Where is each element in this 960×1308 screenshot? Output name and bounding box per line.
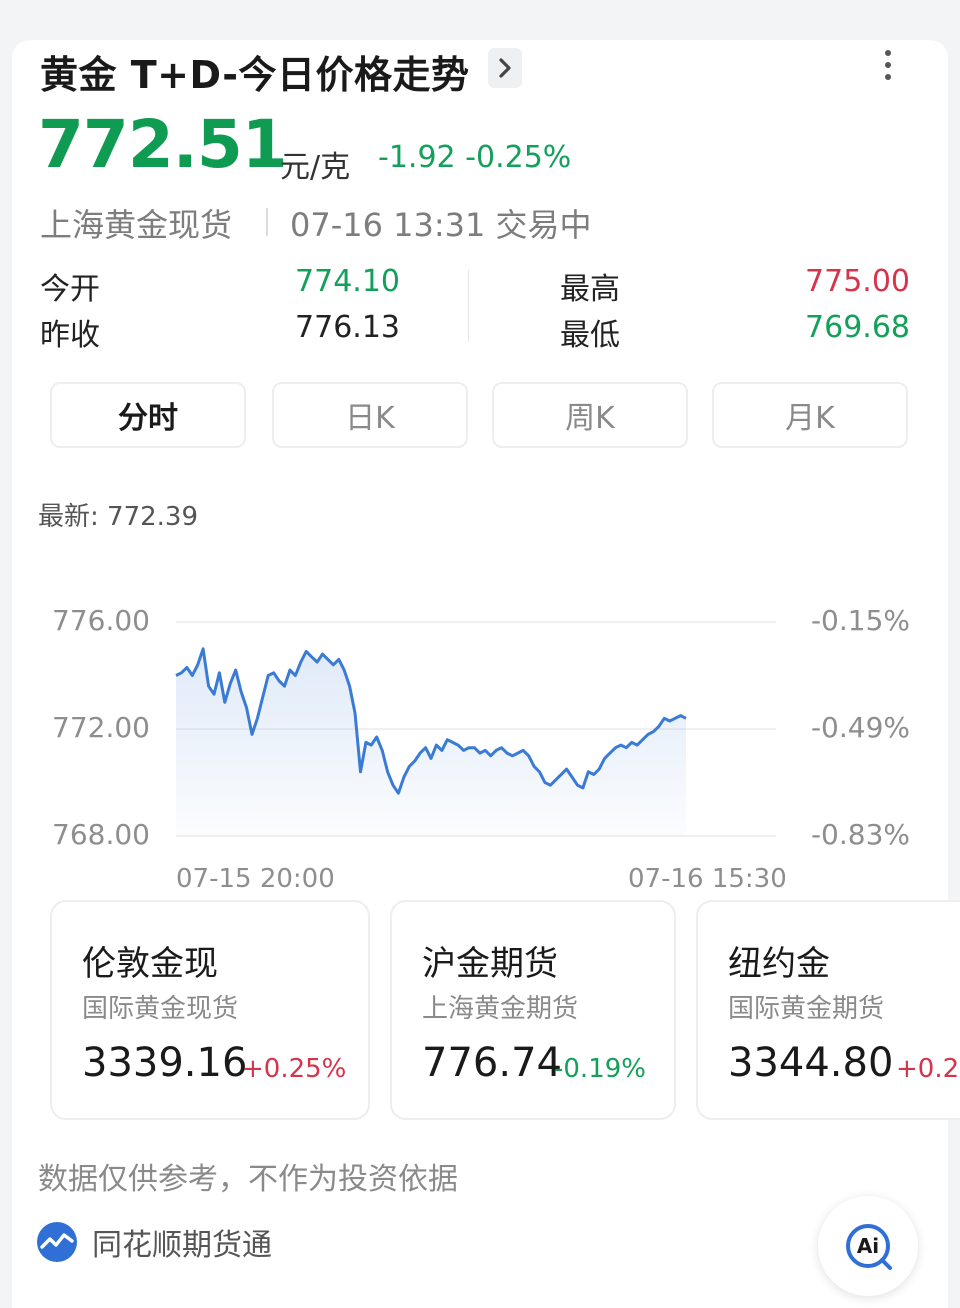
market-card-price: 3339.16 (82, 1040, 248, 1086)
ai-assistant-button[interactable]: Ai (818, 1196, 918, 1296)
brand-logo-icon (37, 1222, 77, 1262)
brand-name: 同花顺期货通 (92, 1228, 272, 1263)
market-card-sub: 国际黄金现货 (82, 994, 239, 1024)
market-card-comex-gold[interactable]: 纽约金 国际黄金期货 3344.80 +0.2 (696, 900, 960, 1120)
market-card-name: 沪金期货 (422, 944, 558, 984)
market-card-change: +0.2 (896, 1054, 960, 1084)
market-card-sub: 上海黄金期货 (422, 994, 579, 1024)
intraday-chart (175, 621, 776, 837)
market-card-name: 纽约金 (728, 944, 830, 984)
x-tick-end: 07-16 15:30 (628, 864, 787, 894)
ai-label: Ai (857, 1234, 879, 1258)
market-card-price: 3344.80 (728, 1040, 894, 1086)
brand-link[interactable]: 同花顺期货通 (36, 1220, 272, 1264)
market-card-name: 伦敦金现 (82, 944, 218, 984)
market-card-sub: 国际黄金期货 (728, 994, 885, 1024)
price-area (176, 648, 686, 836)
market-card-change: +0.25% (242, 1054, 347, 1084)
market-card-london-spot[interactable]: 伦敦金现 国际黄金现货 3339.16 +0.25% (50, 900, 370, 1120)
disclaimer-text: 数据仅供参考，不作为投资依据 (38, 1162, 458, 1197)
market-card-price: 776.74 (422, 1040, 562, 1086)
market-card-shanghai-futures[interactable]: 沪金期货 上海黄金期货 776.74 -0.19% (390, 900, 676, 1120)
x-tick-start: 07-15 20:00 (176, 864, 335, 894)
ai-assistant-icon: Ai (846, 1224, 892, 1270)
market-card-change: -0.19% (554, 1054, 646, 1084)
